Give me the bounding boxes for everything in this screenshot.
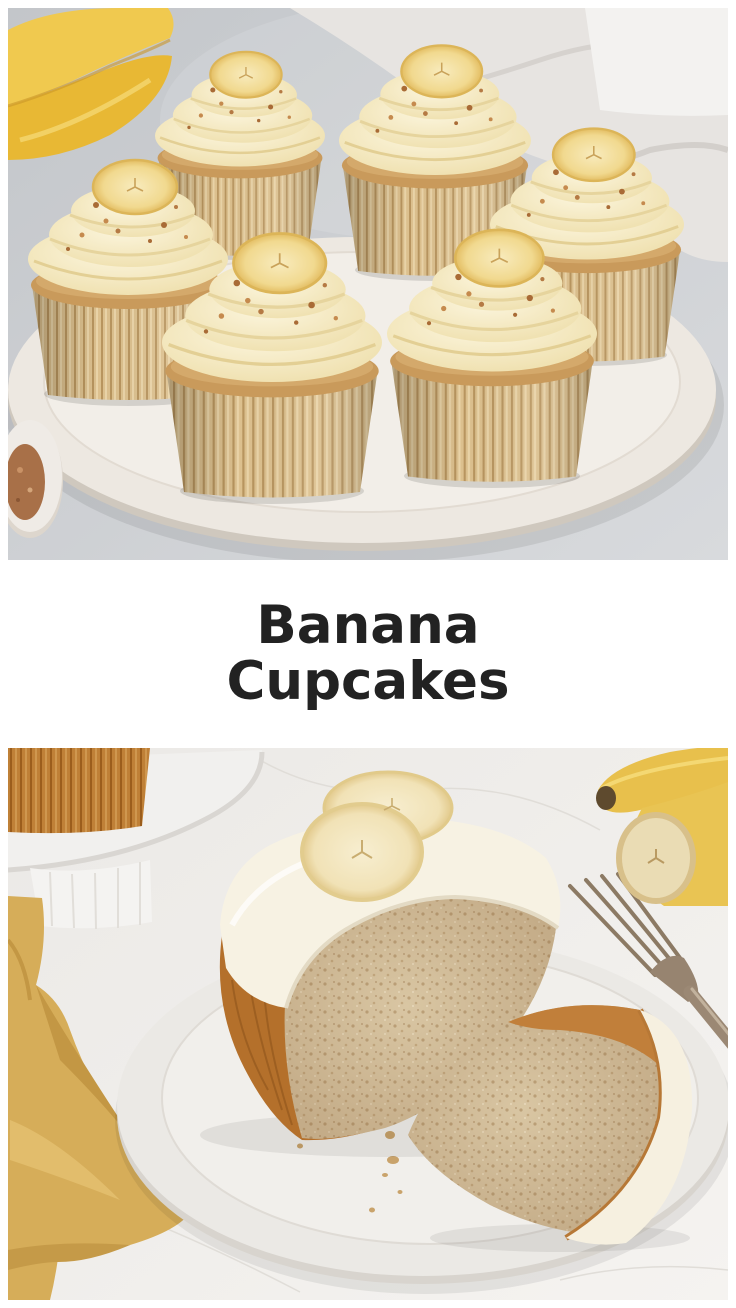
top-photo [8,8,728,560]
cut-cupcake-photo [8,748,728,1300]
title-line-1: Banana [256,595,480,656]
title-line-2: Cupcakes [226,651,510,712]
title-band: Banana Cupcakes [0,560,736,748]
cupcakes-on-plate-photo [8,8,728,560]
recipe-title: Banana Cupcakes [226,598,509,710]
window [585,8,728,116]
bottom-photo [8,748,728,1300]
